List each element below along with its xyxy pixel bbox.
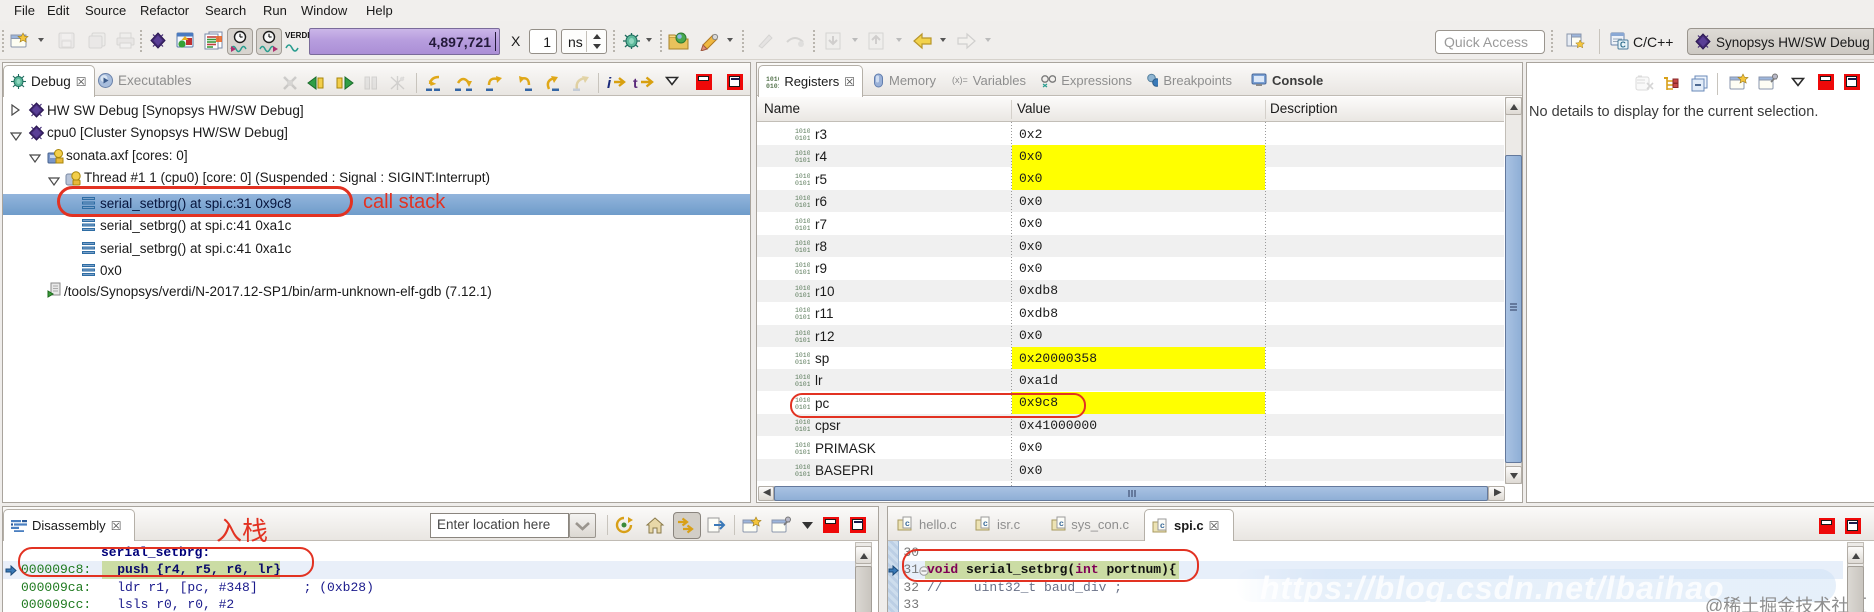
svg-text:0101: 0101 (795, 292, 810, 298)
svg-text:1010: 1010 (795, 352, 810, 359)
svg-text:0101: 0101 (795, 225, 810, 231)
svg-text:0101: 0101 (795, 449, 810, 455)
svg-text:1010: 1010 (795, 419, 810, 426)
svg-text:1010: 1010 (795, 464, 810, 471)
svg-text:c: c (905, 518, 910, 528)
svg-text:1010: 1010 (795, 442, 810, 449)
svg-text:0101: 0101 (795, 135, 810, 141)
svg-text:1010: 1010 (795, 240, 810, 247)
svg-text:1010: 1010 (795, 150, 810, 157)
svg-text:c: c (1059, 518, 1064, 528)
svg-text:t: t (633, 75, 638, 91)
svg-text:0101: 0101 (795, 359, 810, 365)
svg-text:0101: 0101 (795, 426, 810, 432)
svg-text:1010: 1010 (795, 285, 810, 292)
svg-text:0101: 0101 (795, 202, 810, 208)
svg-text:0101: 0101 (795, 337, 810, 343)
svg-text:1010: 1010 (795, 307, 810, 314)
svg-text:i: i (607, 75, 612, 92)
svg-text:1010: 1010 (795, 173, 810, 180)
svg-text:0101: 0101 (795, 471, 810, 477)
svg-text:0101: 0101 (795, 381, 810, 387)
svg-text:0101: 0101 (795, 269, 810, 275)
svg-text:0101: 0101 (795, 180, 810, 186)
svg-text:1010: 1010 (795, 374, 810, 381)
svg-text:1010: 1010 (795, 218, 810, 225)
svg-text:1010: 1010 (795, 262, 810, 269)
svg-text:1010: 1010 (795, 330, 810, 337)
svg-text:c: c (1160, 520, 1165, 530)
svg-text:1010: 1010 (795, 128, 810, 135)
svg-text:VERDI: VERDI (285, 31, 309, 40)
svg-text:c: c (983, 518, 988, 528)
svg-text:0101: 0101 (795, 157, 810, 163)
svg-text:1010: 1010 (795, 195, 810, 202)
svg-text:0101: 0101 (795, 247, 810, 253)
svg-text:0101: 0101 (795, 314, 810, 320)
svg-text:C: C (1620, 41, 1626, 50)
